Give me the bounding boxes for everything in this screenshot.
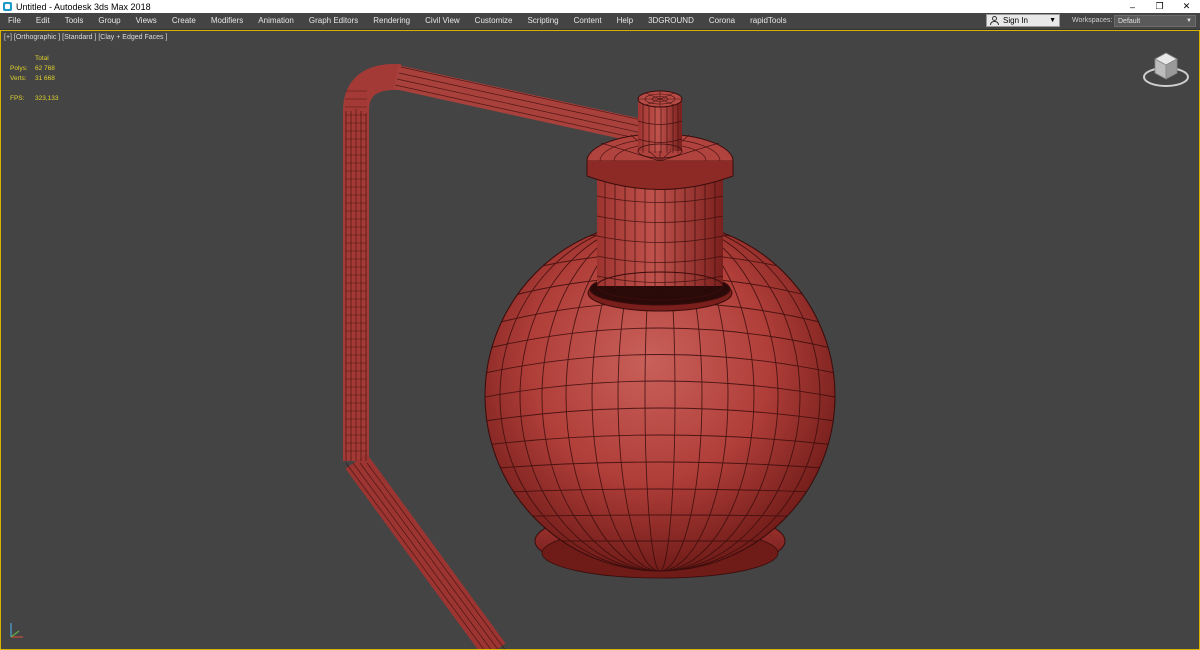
stats-polys-row: Polys: 62 768 xyxy=(10,64,59,74)
app-icon xyxy=(3,2,12,11)
menu-create[interactable]: Create xyxy=(164,13,203,29)
workspaces-label: Workspaces: xyxy=(1072,17,1113,24)
polys-label: Polys: xyxy=(10,65,28,72)
menu-customize[interactable]: Customize xyxy=(467,13,520,29)
stats-verts-row: Verts: 31 668 xyxy=(10,74,59,84)
chevron-down-icon: ▼ xyxy=(1049,17,1056,24)
menu-scripting[interactable]: Scripting xyxy=(519,13,565,29)
stats-header-row: Total xyxy=(10,54,59,64)
stats-header: Total xyxy=(35,55,49,62)
menu-rapidtools[interactable]: rapidTools xyxy=(742,13,793,29)
scene-statistics: Total Polys: 62 768 Verts: 31 668 FPS: 3… xyxy=(10,54,59,104)
scene-render xyxy=(343,64,836,649)
menu-animation[interactable]: Animation xyxy=(250,13,301,29)
window-controls: – ❐ ✕ xyxy=(1119,0,1200,13)
sign-in-label: Sign In xyxy=(1003,16,1028,25)
perspective-viewport[interactable]: [+] [Orthographic ] [Standard ] [Clay + … xyxy=(0,30,1200,650)
menu-edit[interactable]: Edit xyxy=(28,13,57,29)
minimize-button[interactable]: – xyxy=(1119,0,1146,13)
menu-group[interactable]: Group xyxy=(90,13,127,29)
fps-value: 323,133 xyxy=(35,95,59,102)
stats-fps-row: FPS: 323,133 xyxy=(10,94,59,104)
chevron-down-icon: ▼ xyxy=(1186,18,1192,24)
menu-views[interactable]: Views xyxy=(128,13,164,29)
menu-rendering[interactable]: Rendering xyxy=(365,13,417,29)
menu-help[interactable]: Help xyxy=(609,13,640,29)
menu-modifiers[interactable]: Modifiers xyxy=(203,13,250,29)
menu-corona[interactable]: Corona xyxy=(701,13,742,29)
title-bar: Untitled - Autodesk 3ds Max 2018 – ❐ ✕ xyxy=(0,0,1200,13)
menu-tools[interactable]: Tools xyxy=(57,13,91,29)
fps-label: FPS: xyxy=(10,95,25,102)
workspaces-select[interactable]: Default ▼ xyxy=(1114,15,1196,27)
verts-value: 31 668 xyxy=(35,75,55,82)
menu-file[interactable]: File xyxy=(0,13,28,29)
workspaces-value: Default xyxy=(1118,17,1141,25)
user-icon xyxy=(990,16,999,25)
close-button[interactable]: ✕ xyxy=(1173,0,1200,13)
sign-in-dropdown[interactable]: Sign In ▼ xyxy=(986,14,1060,27)
viewcube-icon[interactable] xyxy=(1141,47,1191,93)
menu-content[interactable]: Content xyxy=(566,13,609,29)
cap xyxy=(586,90,734,190)
menu-graph-editors[interactable]: Graph Editors xyxy=(301,13,365,29)
axis-tripod-icon xyxy=(10,623,23,638)
restore-button[interactable]: ❐ xyxy=(1146,0,1173,13)
menu-civil-view[interactable]: Civil View xyxy=(417,13,467,29)
polys-value: 62 768 xyxy=(35,65,55,72)
verts-label: Verts: xyxy=(10,75,27,82)
menu-3dground[interactable]: 3DGROUND xyxy=(640,13,701,29)
window-title: Untitled - Autodesk 3ds Max 2018 xyxy=(16,1,151,12)
viewport-label[interactable]: [+] [Orthographic ] [Standard ] [Clay + … xyxy=(4,34,167,41)
